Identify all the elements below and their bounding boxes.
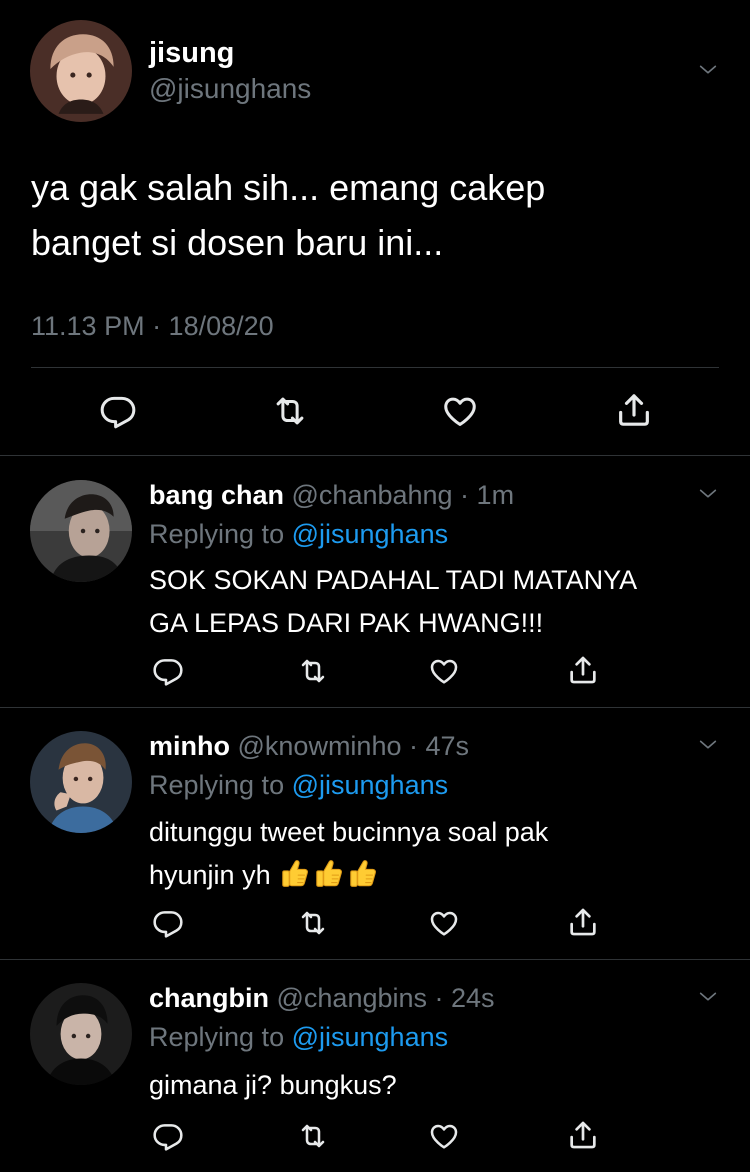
replying-to: Replying to @jisunghans [149, 517, 448, 551]
divider [0, 959, 750, 960]
author-name[interactable]: jisung [149, 36, 234, 70]
chevron-down-icon[interactable] [694, 483, 722, 505]
avatar[interactable] [30, 20, 132, 122]
like-icon[interactable] [427, 1120, 461, 1152]
reply-text-line: gimana ji? bungkus? [149, 1070, 397, 1100]
replying-to-mention[interactable]: @jisunghans [292, 770, 449, 800]
divider [0, 707, 750, 708]
reply-author-name[interactable]: changbin [149, 983, 269, 1013]
retweet-icon[interactable] [296, 907, 330, 939]
avatar[interactable] [30, 983, 132, 1085]
replying-to-label: Replying to [149, 770, 292, 800]
replying-to-label: Replying to [149, 519, 292, 549]
like-icon[interactable] [427, 907, 461, 939]
thumbs-up-emoji [346, 856, 380, 890]
reply-header: bang chan @chanbahng · 1m [149, 478, 514, 512]
replying-to: Replying to @jisunghans [149, 1020, 448, 1054]
reply-text: SOK SOKAN PADAHAL TADI MATANYA GA LEPAS … [149, 559, 719, 645]
replying-to-mention[interactable]: @jisunghans [292, 1022, 449, 1052]
tweet-text-line: banget si dosen baru ini... [31, 222, 444, 263]
retweet-icon[interactable] [296, 655, 330, 687]
share-icon[interactable] [566, 653, 600, 687]
share-icon[interactable] [614, 390, 654, 430]
tweet-timestamp: 11.13 PM · 18/08/20 [31, 311, 274, 341]
reply-author-name[interactable]: bang chan [149, 480, 284, 510]
reply-icon[interactable] [152, 1120, 184, 1152]
reply-text: ditunggu tweet bucinnya soal pak hyunjin… [149, 811, 719, 897]
thumbs-up-emoji [312, 856, 346, 890]
share-icon[interactable] [566, 905, 600, 939]
replying-to-mention[interactable]: @jisunghans [292, 519, 449, 549]
avatar[interactable] [30, 731, 132, 833]
replying-to-label: Replying to [149, 1022, 292, 1052]
author-handle[interactable]: @jisunghans [149, 72, 311, 106]
retweet-icon[interactable] [270, 392, 310, 430]
chevron-down-icon[interactable] [694, 734, 722, 756]
reply-icon[interactable] [152, 907, 184, 939]
reply-icon[interactable] [152, 655, 184, 687]
avatar[interactable] [30, 480, 132, 582]
reply-text-line: GA LEPAS DARI PAK HWANG!!! [149, 608, 544, 638]
share-icon[interactable] [566, 1118, 600, 1152]
reply-text: gimana ji? bungkus? [149, 1064, 719, 1107]
thumbs-up-emoji [278, 856, 312, 890]
reply-handle-time[interactable]: @chanbahng · 1m [284, 480, 515, 510]
chevron-down-icon[interactable] [694, 986, 722, 1008]
reply-handle-time[interactable]: @knowminho · 47s [230, 731, 470, 761]
reply-text-line: SOK SOKAN PADAHAL TADI MATANYA [149, 565, 638, 595]
reply-icon[interactable] [99, 392, 137, 430]
tweet-text: ya gak salah sih... emang cakep banget s… [31, 160, 711, 270]
divider [0, 455, 750, 456]
reply-author-name[interactable]: minho [149, 731, 230, 761]
retweet-icon[interactable] [296, 1120, 330, 1152]
chevron-down-icon[interactable] [694, 59, 722, 81]
reply-text-segment: hyunjin yh [149, 860, 279, 890]
reply-header: minho @knowminho · 47s [149, 729, 469, 763]
reply-handle-time[interactable]: @changbins · 24s [269, 983, 495, 1013]
replying-to: Replying to @jisunghans [149, 768, 448, 802]
reply-header: changbin @changbins · 24s [149, 981, 495, 1015]
divider [31, 367, 719, 368]
like-icon[interactable] [440, 392, 480, 430]
like-icon[interactable] [427, 655, 461, 687]
tweet-text-line: ya gak salah sih... emang cakep [31, 167, 546, 208]
reply-text-line: ditunggu tweet bucinnya soal pak [149, 817, 549, 847]
reply-text-line: hyunjin yh [149, 854, 719, 897]
